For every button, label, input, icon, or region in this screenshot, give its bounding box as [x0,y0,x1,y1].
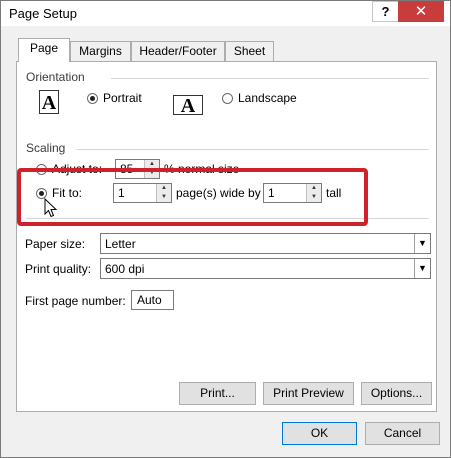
options-button[interactable]: Options... [361,382,432,405]
highlight-box [17,168,368,226]
tab-margins[interactable]: Margins [70,41,131,61]
tab-page[interactable]: Page [18,38,70,62]
paper-size-value: Letter [105,237,136,251]
ok-button[interactable]: OK [282,422,357,445]
dialog-title: Page Setup [9,6,77,21]
help-button[interactable]: ? [372,1,399,22]
scaling-divider [77,149,429,150]
chevron-down-icon[interactable]: ▼ [414,234,430,253]
first-page-number-label: First page number: [25,294,126,308]
first-page-number-input[interactable]: Auto [131,290,174,310]
print-quality-label: Print quality: [25,262,92,276]
close-button[interactable]: ✕ [398,1,444,22]
print-button[interactable]: Print... [179,382,256,405]
page-setup-dialog: Page Setup ? ✕ Page Margins Header/Foote… [0,0,451,458]
print-preview-button[interactable]: Print Preview [263,382,354,405]
portrait-label[interactable]: Portrait [103,91,142,105]
portrait-radio[interactable] [87,93,98,104]
page-tab-panel: Orientation A Portrait A Landscape Scali… [16,61,437,412]
first-page-number-value: Auto [137,293,162,307]
title-bar[interactable]: Page Setup ? ✕ [1,1,450,26]
landscape-radio[interactable] [222,93,233,104]
mouse-pointer-icon [44,198,58,218]
paper-size-label: Paper size: [25,237,86,251]
orientation-heading: Orientation [26,70,85,84]
print-quality-value: 600 dpi [105,262,145,276]
chevron-down-icon[interactable]: ▼ [414,259,430,278]
landscape-orientation-icon: A [173,95,203,116]
tab-header-footer[interactable]: Header/Footer [131,41,225,61]
cancel-button[interactable]: Cancel [365,422,440,445]
paper-size-select[interactable]: Letter ▼ [100,233,431,254]
print-quality-select[interactable]: 600 dpi ▼ [100,258,431,279]
portrait-orientation-icon: A [39,90,59,114]
landscape-label[interactable]: Landscape [238,91,297,105]
orientation-divider [111,78,429,79]
scaling-heading: Scaling [26,141,66,155]
tab-sheet[interactable]: Sheet [225,41,274,61]
